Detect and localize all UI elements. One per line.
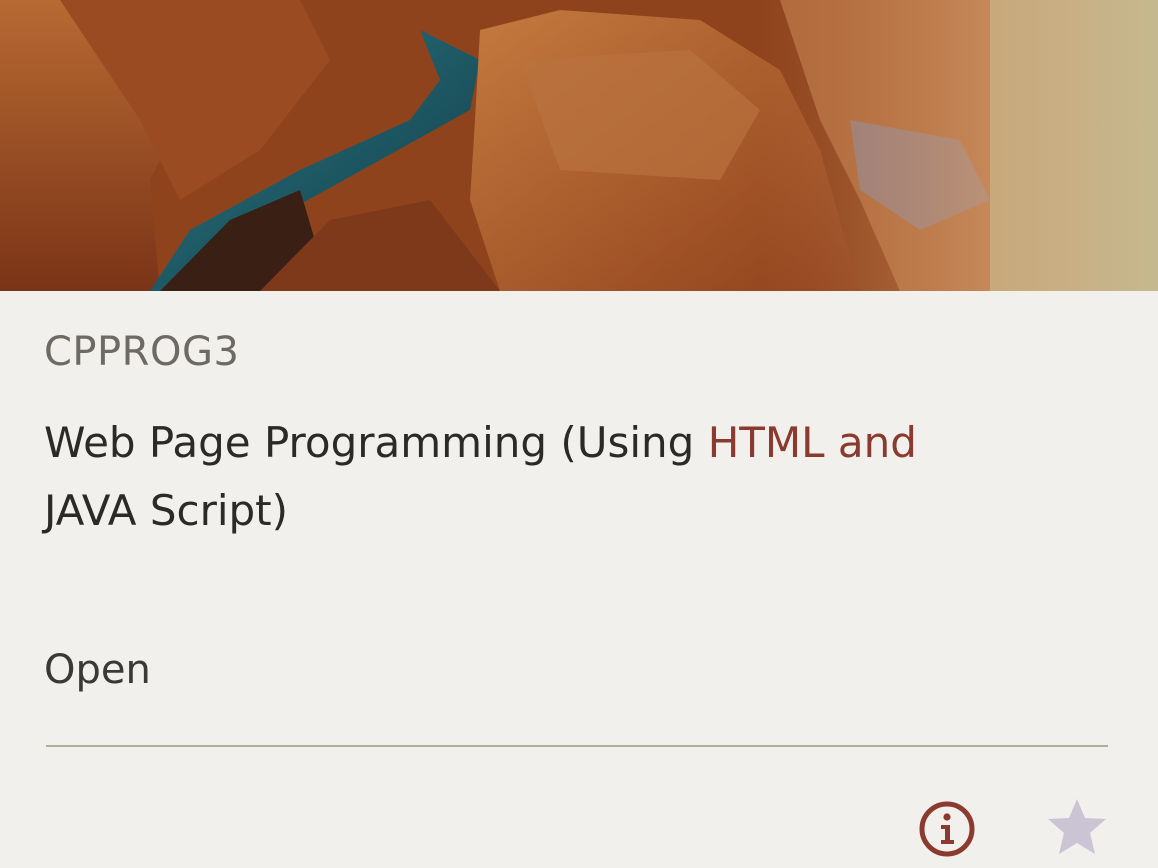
course-card-body: CPPROG3 Web Page Programming (Using HTML… xyxy=(0,291,1158,868)
course-code: CPPROG3 xyxy=(44,329,240,375)
card-divider xyxy=(46,745,1108,747)
course-banner-image[interactable] xyxy=(0,0,1158,291)
course-info-button[interactable] xyxy=(918,800,976,858)
course-title-highlight: HTML and xyxy=(707,418,917,467)
course-title-part2: JAVA Script) xyxy=(44,486,289,535)
favorite-button[interactable] xyxy=(1046,797,1108,857)
info-icon xyxy=(919,801,975,857)
course-title-link[interactable]: Web Page Programming (Using HTML and JAV… xyxy=(44,409,1084,545)
star-icon xyxy=(1048,799,1106,854)
canyon-landscape-image xyxy=(0,0,1158,291)
course-card[interactable]: CPPROG3 Web Page Programming (Using HTML… xyxy=(0,0,1158,868)
course-status: Open xyxy=(44,647,151,693)
course-title-part1: Web Page Programming (Using xyxy=(44,418,708,467)
